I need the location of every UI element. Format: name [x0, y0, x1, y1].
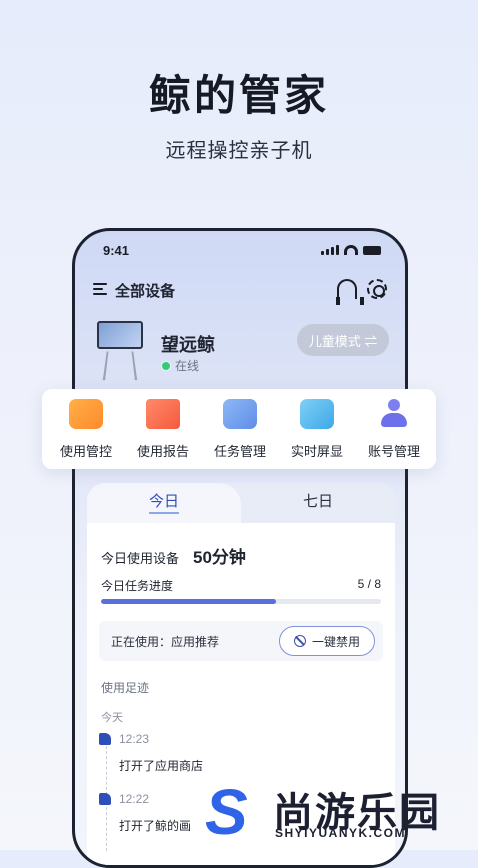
screen-icon — [300, 399, 334, 429]
phone-mockup: 9:41 全部设备 望远鲸 在线 儿童模式 ⇌ 今日 七日 今日使用设备 50分… — [72, 228, 408, 868]
timeline-time: 12:22 — [119, 792, 150, 806]
wifi-icon — [344, 245, 358, 255]
timeline-text: 打开了鲸的画 — [119, 819, 192, 833]
func-account-manage[interactable]: 账号管理 — [356, 399, 432, 460]
watermark-logo: S 尚游乐园 SHYIYUANYK.COM — [205, 776, 478, 850]
footprint-title: 使用足迹 — [101, 681, 150, 695]
task-progress-bar — [101, 599, 381, 604]
online-status-label: 在线 — [175, 359, 200, 373]
all-devices-selector[interactable]: 全部设备 — [115, 280, 175, 301]
gear-icon[interactable] — [367, 279, 387, 299]
func-task-manage[interactable]: 任务管理 — [202, 399, 278, 460]
report-icon — [146, 399, 180, 429]
watermark-url: SHYIYUANYK.COM — [275, 826, 407, 840]
device-image — [97, 321, 143, 381]
menu-icon[interactable] — [93, 283, 107, 295]
in-use-text: 正在使用：应用推荐 — [111, 635, 220, 649]
ban-all-button[interactable]: 一键禁用 — [279, 626, 375, 656]
timeline-time: 12:23 — [119, 732, 150, 746]
online-dot-icon — [161, 360, 171, 371]
usage-value: 50分钟 — [193, 548, 246, 567]
func-live-screen[interactable]: 实时屏显 — [279, 399, 355, 460]
tab-today[interactable]: 今日 — [87, 483, 241, 523]
control-icon — [69, 399, 103, 429]
signal-icon — [321, 245, 339, 255]
period-tabs: 今日 七日 — [87, 483, 395, 523]
battery-icon — [363, 245, 381, 255]
func-label: 实时屏显 — [290, 444, 343, 459]
ban-icon — [293, 635, 306, 647]
task-icon — [223, 399, 257, 429]
device-name: 望远鲸 — [161, 335, 215, 355]
usage-summary: 今日使用设备 50分钟 — [101, 543, 246, 568]
status-time: 9:41 — [103, 243, 130, 258]
tab-today-label: 今日 — [148, 493, 179, 514]
task-progress-fill — [101, 599, 276, 604]
task-progress-label: 今日任务进度 — [101, 579, 174, 593]
page-subtitle: 远程操控亲子机 — [165, 140, 313, 162]
tab-week[interactable]: 七日 — [241, 483, 395, 523]
ban-all-label: 一键禁用 — [311, 634, 360, 649]
function-bar: 使用管控 使用报告 任务管理 实时屏显 账号管理 — [42, 389, 436, 469]
func-usage-control[interactable]: 使用管控 — [48, 399, 124, 460]
status-bar: 9:41 — [103, 243, 381, 259]
page-title: 鲸的管家 — [148, 72, 329, 119]
task-progress-count: 5 / 8 — [357, 577, 381, 591]
headset-icon[interactable] — [336, 279, 364, 305]
func-label: 使用报告 — [136, 444, 189, 459]
func-label: 使用管控 — [59, 444, 112, 459]
footprint-day: 今天 — [101, 712, 123, 724]
timeline-text: 打开了应用商店 — [119, 759, 204, 773]
watermark-mark: S — [205, 776, 248, 848]
tap-icon — [99, 793, 111, 805]
online-status: 在线 — [161, 357, 199, 374]
usage-label: 今日使用设备 — [101, 551, 180, 566]
tap-icon — [99, 733, 111, 745]
func-label: 任务管理 — [213, 444, 266, 459]
func-usage-report[interactable]: 使用报告 — [125, 399, 201, 460]
func-label: 账号管理 — [367, 444, 420, 459]
account-icon — [377, 399, 411, 429]
status-icons — [321, 245, 381, 255]
app-topbar: 全部设备 — [93, 279, 387, 305]
in-use-bar: 正在使用：应用推荐 一键禁用 — [99, 621, 383, 661]
kid-mode-button[interactable]: 儿童模式 ⇌ — [297, 324, 389, 356]
